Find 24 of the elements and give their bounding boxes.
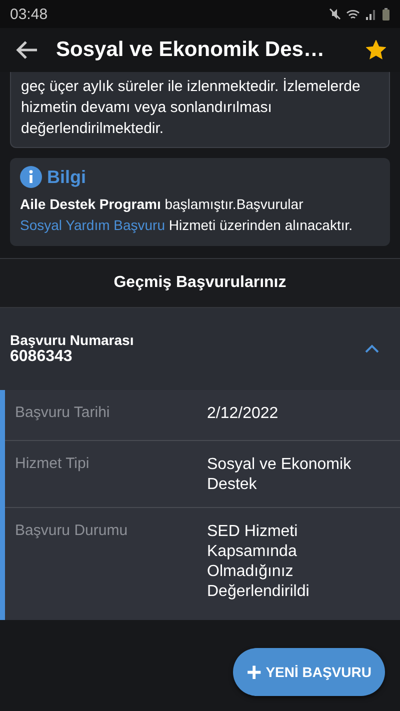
chevron-icon[interactable] <box>364 344 380 354</box>
page-title: Sosyal ve Ekonomik Des… <box>56 38 326 62</box>
service-link[interactable]: Sosyal Yardım Başvuru <box>20 217 165 233</box>
section-title: Geçmiş Başvurularınız <box>114 274 286 292</box>
info-text: Aile Destek Programı başlamıştır.Başvurular Sosyal Yardım Başvuru Hizmeti üzerinden alınacaktır. <box>20 195 354 235</box>
mute-icon <box>329 8 341 20</box>
info-icon <box>20 166 42 188</box>
application-number: 6086343 <box>10 348 74 366</box>
description-text: geç üçer aylık süreler ile izlenmektedir. İzlemelerde hizmetin devamı veya sonlandırılması değerlendirilmektedir. <box>21 77 362 139</box>
status-time: 03:48 <box>10 6 48 22</box>
accordion-header[interactable]: Başvuru Numarası 6086343 <box>0 307 400 390</box>
battery-icon <box>382 8 390 20</box>
field-value: 2/12/2022 <box>207 404 280 424</box>
field-label: Başvuru Tarihi <box>15 404 111 423</box>
field-label: Başvuru Durumu <box>15 522 129 541</box>
info-title: Bilgi <box>47 166 86 188</box>
field-label: Hizmet Tipi <box>15 455 90 474</box>
field-value: SED Hizmeti Kapsamında Olmadığınız Değerlendirildi <box>207 522 310 602</box>
signal-icon <box>365 8 377 20</box>
application-number-label: Başvuru Numarası <box>10 332 134 348</box>
wifi-icon <box>346 8 360 20</box>
star-icon[interactable] <box>366 40 386 60</box>
field-value: Sosyal ve Ekonomik Destek <box>207 455 352 495</box>
back-arrow-icon[interactable] <box>16 41 38 59</box>
